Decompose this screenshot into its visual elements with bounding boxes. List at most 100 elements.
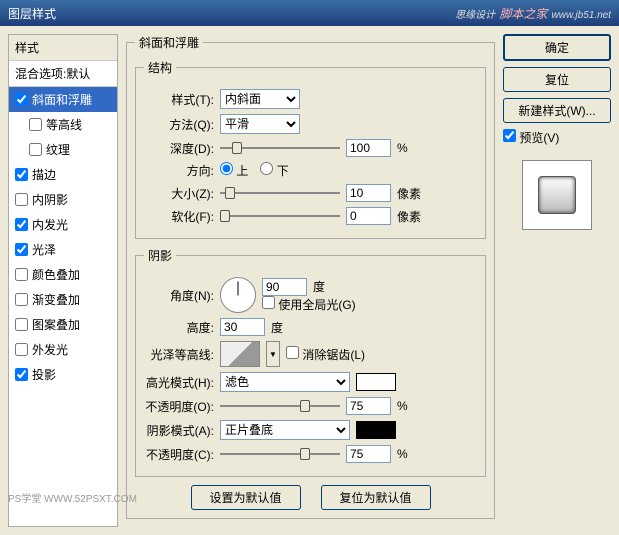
style-label: 投影 bbox=[32, 366, 56, 383]
angle-label: 角度(N): bbox=[144, 287, 214, 304]
style-item-9[interactable]: 图案叠加 bbox=[9, 312, 117, 337]
opacity-unit2: % bbox=[397, 447, 408, 461]
shadow-mode-label: 阴影模式(A): bbox=[144, 422, 214, 439]
size-label: 大小(Z): bbox=[144, 185, 214, 202]
angle-dial[interactable] bbox=[220, 277, 256, 313]
direction-down[interactable]: 下 bbox=[260, 162, 288, 179]
altitude-input[interactable] bbox=[220, 318, 265, 336]
style-checkbox[interactable] bbox=[29, 143, 42, 156]
style-label: 描边 bbox=[32, 166, 56, 183]
size-slider[interactable] bbox=[220, 184, 340, 202]
depth-label: 深度(D): bbox=[144, 140, 214, 157]
styles-header: 样式 bbox=[9, 35, 117, 61]
cancel-button[interactable]: 复位 bbox=[503, 67, 611, 92]
highlight-mode-select[interactable]: 滤色 bbox=[220, 372, 350, 392]
style-checkbox[interactable] bbox=[15, 318, 28, 331]
angle-input[interactable] bbox=[262, 278, 307, 296]
highlight-mode-label: 高光模式(H): bbox=[144, 374, 214, 391]
style-label: 内发光 bbox=[32, 216, 68, 233]
style-label: 等高线 bbox=[46, 116, 82, 133]
style-checkbox[interactable] bbox=[15, 193, 28, 206]
style-checkbox[interactable] bbox=[29, 118, 42, 131]
style-item-7[interactable]: 颜色叠加 bbox=[9, 262, 117, 287]
ok-button[interactable]: 确定 bbox=[503, 34, 611, 61]
style-item-3[interactable]: 描边 bbox=[9, 162, 117, 187]
technique-select[interactable]: 平滑 bbox=[220, 114, 300, 134]
style-label: 颜色叠加 bbox=[32, 266, 80, 283]
style-label: 内阴影 bbox=[32, 191, 68, 208]
style-label: 渐变叠加 bbox=[32, 291, 80, 308]
styles-list: 样式 混合选项:默认 斜面和浮雕等高线纹理描边内阴影内发光光泽颜色叠加渐变叠加图… bbox=[8, 34, 118, 527]
shadow-opacity-input[interactable] bbox=[346, 445, 391, 463]
style-checkbox[interactable] bbox=[15, 243, 28, 256]
shadow-color-swatch[interactable] bbox=[356, 421, 396, 439]
soften-label: 软化(F): bbox=[144, 208, 214, 225]
style-item-1[interactable]: 等高线 bbox=[9, 112, 117, 137]
preview-check[interactable]: 预览(V) bbox=[503, 129, 611, 146]
altitude-unit: 度 bbox=[271, 319, 283, 336]
reset-default-button[interactable]: 复位为默认值 bbox=[321, 485, 431, 510]
style-item-2[interactable]: 纹理 bbox=[9, 137, 117, 162]
style-checkbox[interactable] bbox=[15, 168, 28, 181]
bevel-group: 斜面和浮雕 结构 样式(T): 内斜面 方法(Q): 平滑 深度(D): % bbox=[126, 34, 495, 519]
style-checkbox[interactable] bbox=[15, 368, 28, 381]
style-label: 斜面和浮雕 bbox=[32, 91, 92, 108]
shadow-opacity-slider[interactable] bbox=[220, 445, 340, 463]
shading-group: 阴影 角度(N): 度 使用全局光(G) 高度: 度 bbox=[135, 247, 486, 477]
style-item-5[interactable]: 内发光 bbox=[9, 212, 117, 237]
anti-alias-check[interactable]: 消除锯齿(L) bbox=[286, 346, 365, 363]
shadow-mode-select[interactable]: 正片叠底 bbox=[220, 420, 350, 440]
style-checkbox[interactable] bbox=[15, 218, 28, 231]
bevel-title: 斜面和浮雕 bbox=[135, 34, 203, 51]
style-checkbox[interactable] bbox=[15, 93, 28, 106]
style-label: 纹理 bbox=[46, 141, 70, 158]
highlight-opacity-input[interactable] bbox=[346, 397, 391, 415]
style-select[interactable]: 内斜面 bbox=[220, 89, 300, 109]
depth-unit: % bbox=[397, 141, 408, 155]
watermark: 思缘设计 脚本之家 www.jb51.net bbox=[455, 5, 611, 22]
style-label: 外发光 bbox=[32, 341, 68, 358]
altitude-label: 高度: bbox=[144, 319, 214, 336]
depth-slider[interactable] bbox=[220, 139, 340, 157]
angle-unit: 度 bbox=[313, 278, 325, 295]
footer-watermark: PS学堂 WWW.52PSXT.COM bbox=[8, 490, 137, 505]
new-style-button[interactable]: 新建样式(W)... bbox=[503, 98, 611, 123]
highlight-color-swatch[interactable] bbox=[356, 373, 396, 391]
style-checkbox[interactable] bbox=[15, 293, 28, 306]
shading-title: 阴影 bbox=[144, 247, 176, 264]
blend-options[interactable]: 混合选项:默认 bbox=[9, 61, 117, 87]
style-item-10[interactable]: 外发光 bbox=[9, 337, 117, 362]
style-label: 光泽 bbox=[32, 241, 56, 258]
global-light-check[interactable]: 使用全局光(G) bbox=[262, 298, 356, 312]
soften-input[interactable] bbox=[346, 207, 391, 225]
style-item-8[interactable]: 渐变叠加 bbox=[9, 287, 117, 312]
direction-label: 方向: bbox=[144, 162, 214, 179]
gloss-contour[interactable] bbox=[220, 341, 260, 367]
style-label: 图案叠加 bbox=[32, 316, 80, 333]
soften-slider[interactable] bbox=[220, 207, 340, 225]
direction-up[interactable]: 上 bbox=[220, 162, 248, 179]
structure-group: 结构 样式(T): 内斜面 方法(Q): 平滑 深度(D): % 方向: bbox=[135, 59, 486, 239]
window-title: 图层样式 bbox=[8, 5, 56, 22]
style-item-4[interactable]: 内阴影 bbox=[9, 187, 117, 212]
size-input[interactable] bbox=[346, 184, 391, 202]
title-bar: 图层样式 思缘设计 脚本之家 www.jb51.net bbox=[0, 0, 619, 26]
technique-label: 方法(Q): bbox=[144, 116, 214, 133]
structure-title: 结构 bbox=[144, 59, 176, 76]
opacity-unit: % bbox=[397, 399, 408, 413]
style-item-6[interactable]: 光泽 bbox=[9, 237, 117, 262]
depth-input[interactable] bbox=[346, 139, 391, 157]
preview-thumbnail bbox=[522, 160, 592, 230]
style-item-0[interactable]: 斜面和浮雕 bbox=[9, 87, 117, 112]
make-default-button[interactable]: 设置为默认值 bbox=[191, 485, 301, 510]
style-checkbox[interactable] bbox=[15, 268, 28, 281]
gloss-label: 光泽等高线: bbox=[144, 346, 214, 363]
highlight-opacity-label: 不透明度(O): bbox=[144, 398, 214, 415]
contour-dropdown-icon[interactable]: ▼ bbox=[266, 341, 280, 367]
style-label: 样式(T): bbox=[144, 91, 214, 108]
style-item-11[interactable]: 投影 bbox=[9, 362, 117, 387]
style-checkbox[interactable] bbox=[15, 343, 28, 356]
soften-unit: 像素 bbox=[397, 208, 421, 225]
size-unit: 像素 bbox=[397, 185, 421, 202]
highlight-opacity-slider[interactable] bbox=[220, 397, 340, 415]
